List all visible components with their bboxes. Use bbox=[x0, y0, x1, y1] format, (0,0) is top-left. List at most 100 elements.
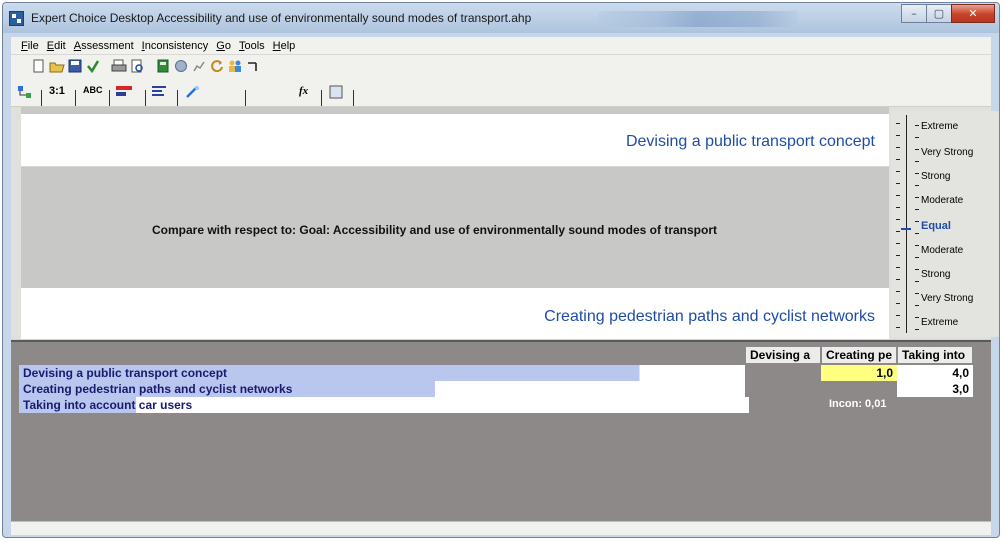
people-icon[interactable] bbox=[227, 58, 243, 74]
menu-file[interactable]: File bbox=[21, 40, 39, 52]
menu-help[interactable]: Help bbox=[273, 40, 296, 52]
element-bottom-box[interactable]: Creating pedestrian paths and cyclist ne… bbox=[21, 288, 889, 339]
grid-icon[interactable] bbox=[329, 85, 343, 102]
scale-label[interactable]: Extreme bbox=[921, 121, 958, 132]
scale-label[interactable]: Very Strong bbox=[921, 293, 973, 304]
verbal-scale[interactable]: Extreme Very Strong Strong Moderate Equa… bbox=[891, 111, 999, 337]
comparison-matrix: Devising a Creating pe Taking into Devis… bbox=[11, 340, 991, 525]
matrix-row-label[interactable]: Taking into account car users bbox=[19, 397, 749, 413]
matrix-col-header[interactable]: Taking into bbox=[897, 346, 973, 364]
matrix-row-label[interactable]: Devising a public transport concept bbox=[19, 365, 749, 381]
scale-tick bbox=[915, 317, 919, 318]
scale-tick bbox=[915, 161, 919, 162]
scale-label[interactable]: Extreme bbox=[921, 317, 958, 328]
scale-slider-thumb[interactable] bbox=[901, 228, 911, 230]
graph-icon[interactable] bbox=[191, 58, 207, 74]
save-icon[interactable] bbox=[67, 58, 83, 74]
menu-assessment[interactable]: Assessment bbox=[74, 40, 134, 52]
scale-tick bbox=[896, 147, 900, 148]
window-title: Expert Choice Desktop Accessibility and … bbox=[31, 11, 532, 25]
abc-button[interactable]: ABC bbox=[83, 85, 103, 95]
matrix-cell[interactable]: 4,0 bbox=[897, 365, 973, 381]
scale-tick bbox=[896, 303, 900, 304]
toolbar-divider bbox=[109, 90, 110, 106]
scale-tick bbox=[896, 207, 900, 208]
calculator-icon[interactable] bbox=[155, 58, 171, 74]
app-logo-icon[interactable] bbox=[9, 11, 24, 26]
menu-tools[interactable]: Tools bbox=[239, 40, 265, 52]
new-file-icon[interactable] bbox=[31, 58, 47, 74]
scale-tick bbox=[915, 329, 919, 330]
scale-tick bbox=[896, 135, 900, 136]
bar-graph-icon[interactable] bbox=[115, 85, 133, 100]
matrix-cell[interactable]: 1,0 bbox=[821, 365, 897, 381]
open-folder-icon[interactable] bbox=[49, 58, 65, 74]
main-toolbar bbox=[11, 55, 991, 77]
scale-label[interactable]: Strong bbox=[921, 269, 950, 280]
scale-label[interactable]: Very Strong bbox=[921, 147, 973, 158]
matrix-cell-diagonal bbox=[821, 381, 897, 397]
element-top-label: Devising a public transport concept bbox=[625, 133, 875, 150]
close-button[interactable]: ✕ bbox=[951, 4, 995, 23]
scale-tick bbox=[896, 327, 900, 328]
scale-tick bbox=[896, 255, 900, 256]
fx-button[interactable]: fx bbox=[299, 85, 308, 97]
toolbar-divider bbox=[245, 90, 246, 106]
menu-go[interactable]: Go bbox=[216, 40, 231, 52]
scale-label[interactable]: Moderate bbox=[921, 245, 963, 256]
matrix-col-header[interactable]: Creating pe bbox=[821, 346, 897, 364]
formula-icon[interactable] bbox=[245, 58, 261, 74]
status-bar bbox=[11, 521, 991, 535]
menu-edit[interactable]: Edit bbox=[47, 40, 66, 52]
scale-tick bbox=[915, 257, 919, 258]
scale-tick bbox=[896, 291, 900, 292]
print-preview-icon[interactable] bbox=[129, 58, 145, 74]
toolbar-divider bbox=[75, 90, 76, 106]
scale-tick bbox=[896, 267, 900, 268]
minimize-button[interactable]: – bbox=[901, 4, 927, 23]
matrix-row-label[interactable]: Creating pedestrian paths and cyclist ne… bbox=[19, 381, 749, 397]
menu-inconsistency[interactable]: Inconsistency bbox=[142, 40, 209, 52]
scale-tick bbox=[915, 173, 919, 174]
comparison-panel: Devising a public transport concept Comp… bbox=[21, 107, 889, 339]
window-controls: – ▢ ✕ bbox=[901, 4, 995, 24]
scale-tick bbox=[915, 197, 919, 198]
title-bar[interactable]: Expert Choice Desktop Accessibility and … bbox=[3, 3, 999, 33]
scale-label-selected[interactable]: Equal bbox=[921, 220, 951, 232]
refresh-icon[interactable] bbox=[209, 58, 225, 74]
scale-tick bbox=[915, 269, 919, 270]
app-window: Expert Choice Desktop Accessibility and … bbox=[2, 2, 1000, 538]
list-icon[interactable] bbox=[151, 85, 167, 100]
view-toolbar: 3:1 ABC fx bbox=[11, 77, 991, 107]
matrix-cell-diagonal bbox=[745, 381, 821, 397]
scale-line bbox=[906, 115, 907, 333]
scale-label[interactable]: Strong bbox=[921, 171, 950, 182]
globe-icon[interactable] bbox=[173, 58, 189, 74]
scale-tick bbox=[915, 305, 919, 306]
ratio-button[interactable]: 3:1 bbox=[49, 85, 65, 97]
scale-label[interactable]: Moderate bbox=[921, 195, 963, 206]
menu-bar: File Edit Assessment Inconsistency Go To… bbox=[11, 37, 991, 55]
wand-icon[interactable] bbox=[185, 85, 201, 102]
scale-tick bbox=[896, 159, 900, 160]
scale-tick bbox=[896, 243, 900, 244]
tree-icon[interactable] bbox=[17, 85, 33, 102]
toolbar-divider bbox=[145, 90, 146, 106]
matrix-cell[interactable]: 3,0 bbox=[897, 381, 973, 397]
scale-tick bbox=[915, 233, 919, 234]
toolbar-divider bbox=[321, 90, 322, 106]
element-bottom-label: Creating pedestrian paths and cyclist ne… bbox=[544, 308, 875, 325]
check-icon[interactable] bbox=[85, 58, 101, 74]
scale-tick bbox=[915, 245, 919, 246]
scale-tick bbox=[915, 149, 919, 150]
maximize-button[interactable]: ▢ bbox=[926, 4, 952, 23]
element-top-box[interactable]: Devising a public transport concept bbox=[21, 114, 889, 167]
scale-tick bbox=[915, 221, 919, 222]
matrix-col-header[interactable]: Devising a bbox=[745, 346, 821, 364]
title-bar-blur bbox=[598, 11, 798, 27]
toolbar-divider bbox=[41, 90, 42, 106]
matrix-cell-diagonal bbox=[745, 365, 821, 381]
scale-tick bbox=[896, 315, 900, 316]
print-icon[interactable] bbox=[111, 58, 127, 74]
scale-tick bbox=[915, 125, 919, 126]
